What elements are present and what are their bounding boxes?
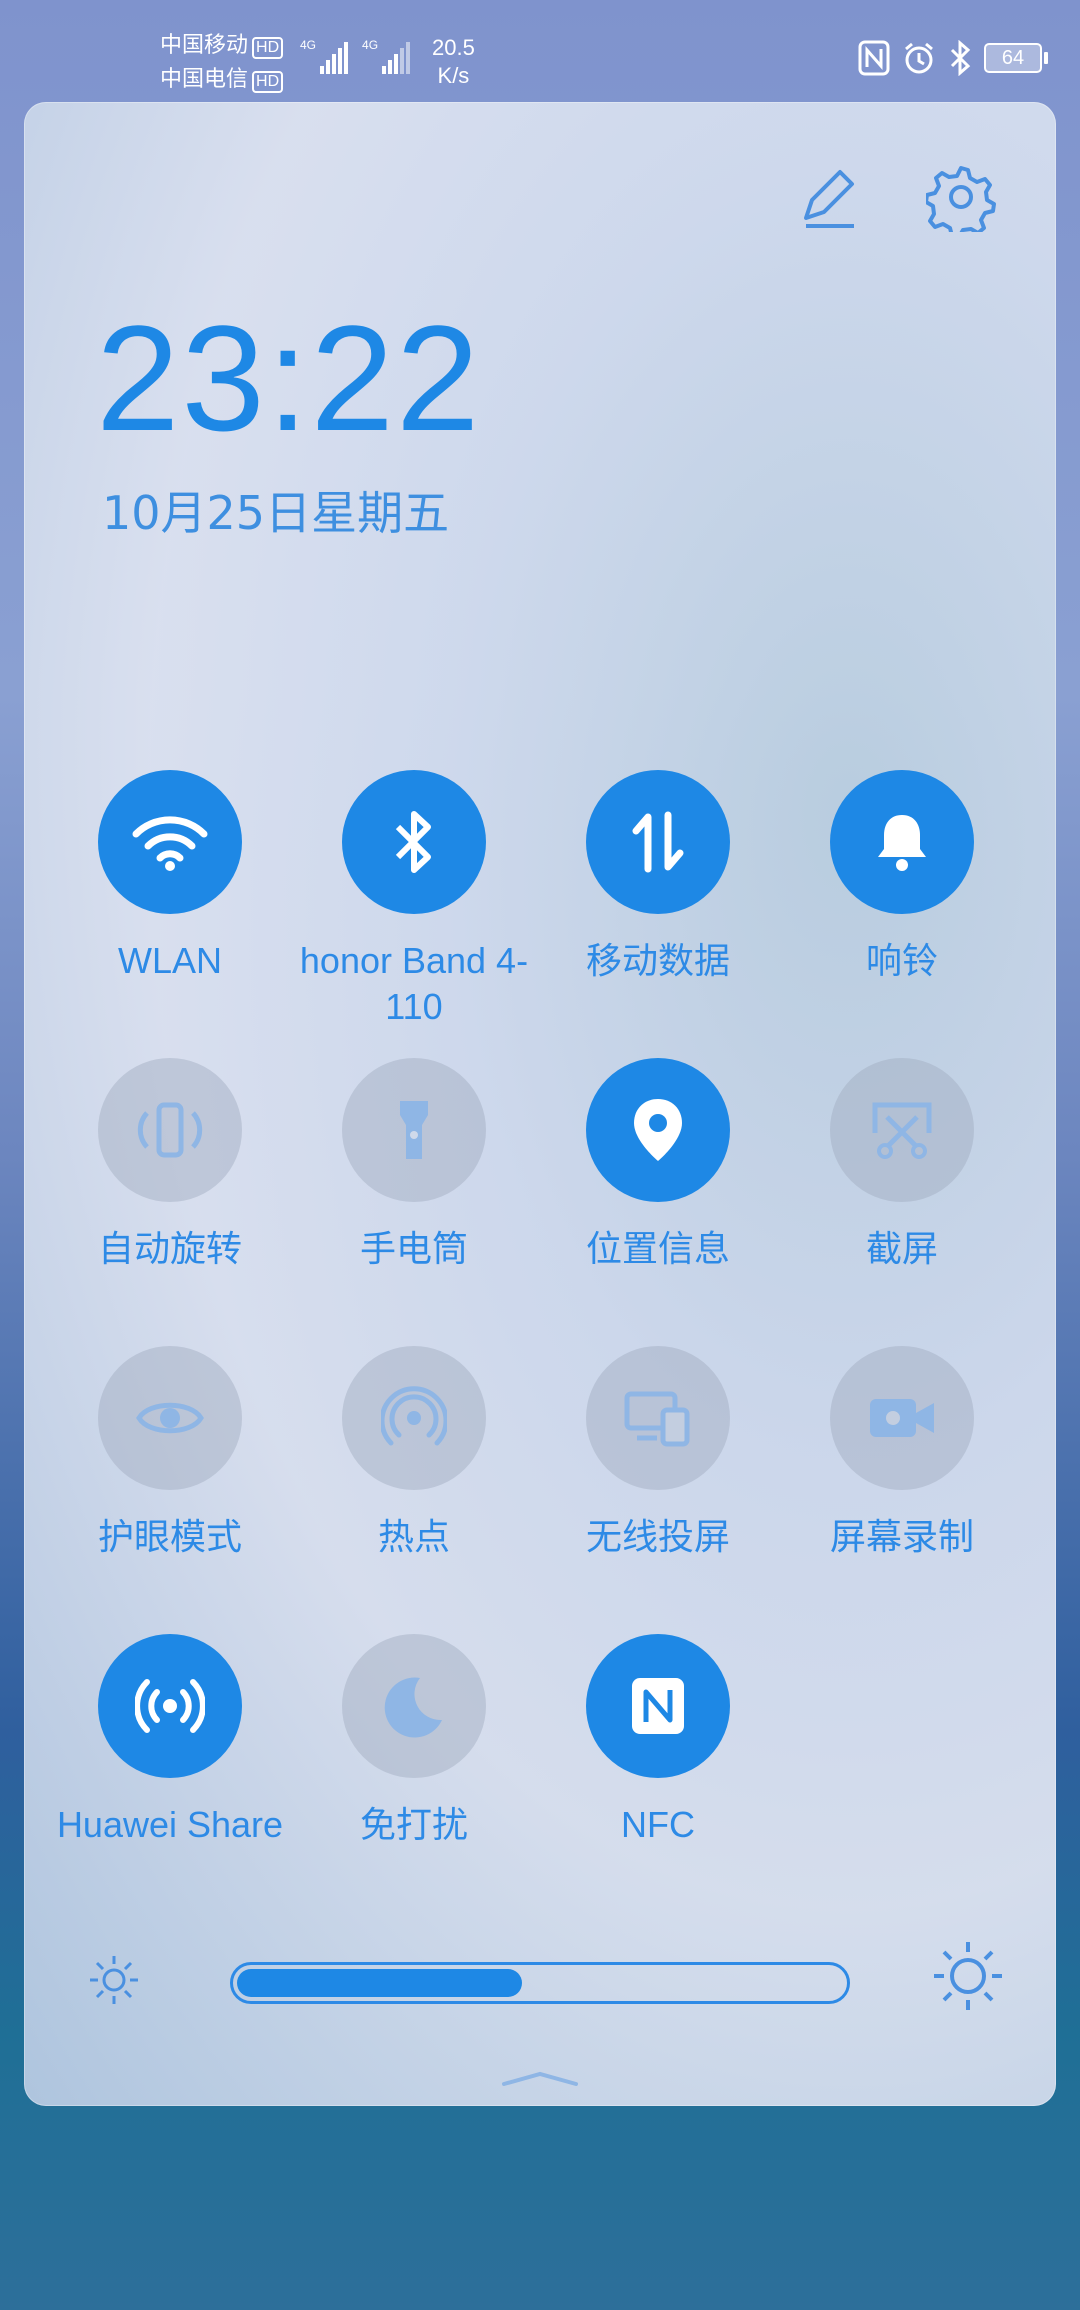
tile-nfc-toggle[interactable] — [586, 1634, 730, 1778]
auto-rotate-icon — [137, 1102, 203, 1158]
clock-time: 23:22 — [96, 294, 482, 462]
carrier-2: 中国电信 — [160, 66, 249, 91]
bluetooth-icon — [395, 811, 431, 873]
tile-wireless-projection-label: 无线投屏 — [585, 1516, 730, 1557]
tile-wlan[interactable]: WLAN — [48, 770, 292, 984]
alarm-icon — [905, 42, 933, 74]
tile-screen-record[interactable]: 屏幕录制 — [780, 1346, 1024, 1560]
tile-mobile-data-toggle[interactable] — [586, 770, 730, 914]
tile-mobile-data[interactable]: 移动数据 — [536, 770, 780, 984]
tile-do-not-disturb-label: 免打扰 — [359, 1804, 468, 1845]
tile-auto-rotate-toggle[interactable] — [98, 1058, 242, 1202]
eye-icon — [136, 1402, 204, 1434]
tile-ring-toggle[interactable] — [830, 770, 974, 914]
tile-bluetooth[interactable]: honor Band 4-110 — [292, 770, 536, 1030]
tile-huawei-share-toggle[interactable] — [98, 1634, 242, 1778]
status-bar: 中国移动 HD 中国电信 HD 4G 4G 20.5 K/s 64 — [0, 0, 1080, 100]
tile-hotspot[interactable]: 热点 — [292, 1346, 536, 1560]
status-icons: 64 — [858, 40, 1048, 76]
tile-eye-comfort-label: 护眼模式 — [97, 1516, 242, 1557]
hotspot-icon — [381, 1386, 447, 1446]
tile-mobile-data-label: 移动数据 — [585, 940, 730, 981]
mobile-data-icon — [632, 811, 684, 873]
tile-eye-comfort[interactable]: 护眼模式 — [48, 1346, 292, 1560]
clock-date: 10月25日星期五 — [102, 486, 450, 540]
tile-huawei-share-label: Huawei Share — [56, 1804, 284, 1845]
tile-ring-label: 响铃 — [865, 940, 938, 981]
tile-hotspot-toggle[interactable] — [342, 1346, 486, 1490]
location-pin-icon — [634, 1099, 682, 1161]
tile-location-label: 位置信息 — [585, 1228, 730, 1269]
tile-wireless-projection-toggle[interactable] — [586, 1346, 730, 1490]
moon-icon — [384, 1677, 442, 1738]
huawei-share-icon — [135, 1679, 205, 1733]
tile-ring[interactable]: 响铃 — [780, 770, 1024, 984]
tile-do-not-disturb[interactable]: 免打扰 — [292, 1634, 536, 1848]
nfc-icon — [858, 40, 890, 76]
network-speed: 20.5 K/s — [432, 34, 475, 90]
tile-wireless-projection[interactable]: 无线投屏 — [536, 1346, 780, 1560]
tile-screenshot-label: 截屏 — [865, 1228, 938, 1269]
carrier-1: 中国移动 — [160, 32, 249, 57]
quick-settings-panel: 23:22 10月25日星期五 WLAN honor Band 4-110 移动… — [24, 102, 1056, 2106]
signal-strength-icon: 4G — [362, 38, 411, 74]
carrier-info: 中国移动 HD 中国电信 HD — [160, 28, 284, 96]
screenshot-icon — [872, 1102, 932, 1159]
bell-icon — [878, 815, 926, 871]
tile-wlan-toggle[interactable] — [98, 770, 242, 914]
tile-screen-record-toggle[interactable] — [830, 1346, 974, 1490]
tile-screenshot-toggle[interactable] — [830, 1058, 974, 1202]
tile-auto-rotate-label: 自动旋转 — [97, 1228, 242, 1269]
tile-do-not-disturb-toggle[interactable] — [342, 1634, 486, 1778]
tile-bluetooth-toggle[interactable] — [342, 770, 486, 914]
tile-eye-comfort-toggle[interactable] — [98, 1346, 242, 1490]
tile-flashlight-label: 手电筒 — [359, 1228, 468, 1269]
brightness-slider[interactable] — [230, 1962, 850, 2004]
hd-badge-1: HD — [252, 37, 284, 59]
brightness-low-icon — [90, 1956, 138, 2004]
battery-icon: 64 — [984, 43, 1048, 73]
gear-icon[interactable] — [926, 162, 996, 232]
wireless-projection-icon — [624, 1391, 690, 1447]
tile-location[interactable]: 位置信息 — [536, 1058, 780, 1272]
panel-collapse-handle[interactable] — [500, 2068, 580, 2088]
screen-record-icon — [870, 1399, 934, 1437]
network-speed-value: 20.5 — [432, 35, 475, 60]
network-type-1: 4G — [300, 38, 317, 52]
brightness-high-icon — [934, 1942, 1002, 2010]
nfc-icon — [632, 1678, 684, 1734]
wifi-icon — [132, 816, 208, 871]
tile-flashlight-toggle[interactable] — [342, 1058, 486, 1202]
tile-huawei-share[interactable]: Huawei Share — [48, 1634, 292, 1848]
flashlight-icon — [400, 1101, 428, 1159]
tile-nfc-label: NFC — [621, 1804, 695, 1845]
tile-screenshot[interactable]: 截屏 — [780, 1058, 1024, 1272]
pencil-icon[interactable] — [792, 162, 862, 232]
tile-nfc[interactable]: NFC — [536, 1634, 780, 1848]
tile-flashlight[interactable]: 手电筒 — [292, 1058, 536, 1272]
brightness-slider-fill — [237, 1969, 522, 1997]
tile-screen-record-label: 屏幕录制 — [829, 1516, 974, 1557]
tile-hotspot-label: 热点 — [377, 1516, 450, 1557]
tile-location-toggle[interactable] — [586, 1058, 730, 1202]
panel-top-actions — [792, 162, 996, 232]
signal-strength-icon: 4G — [300, 38, 349, 74]
network-type-2: 4G — [362, 38, 379, 52]
tile-auto-rotate[interactable]: 自动旋转 — [48, 1058, 292, 1272]
bluetooth-icon — [950, 40, 971, 76]
tile-wlan-label: WLAN — [117, 940, 222, 981]
brightness-control — [84, 1940, 1004, 2020]
network-speed-unit: K/s — [437, 63, 470, 88]
hd-badge-2: HD — [252, 71, 284, 93]
signal-indicators: 4G 4G — [300, 38, 411, 74]
tile-bluetooth-label: honor Band 4-110 — [299, 940, 529, 1027]
